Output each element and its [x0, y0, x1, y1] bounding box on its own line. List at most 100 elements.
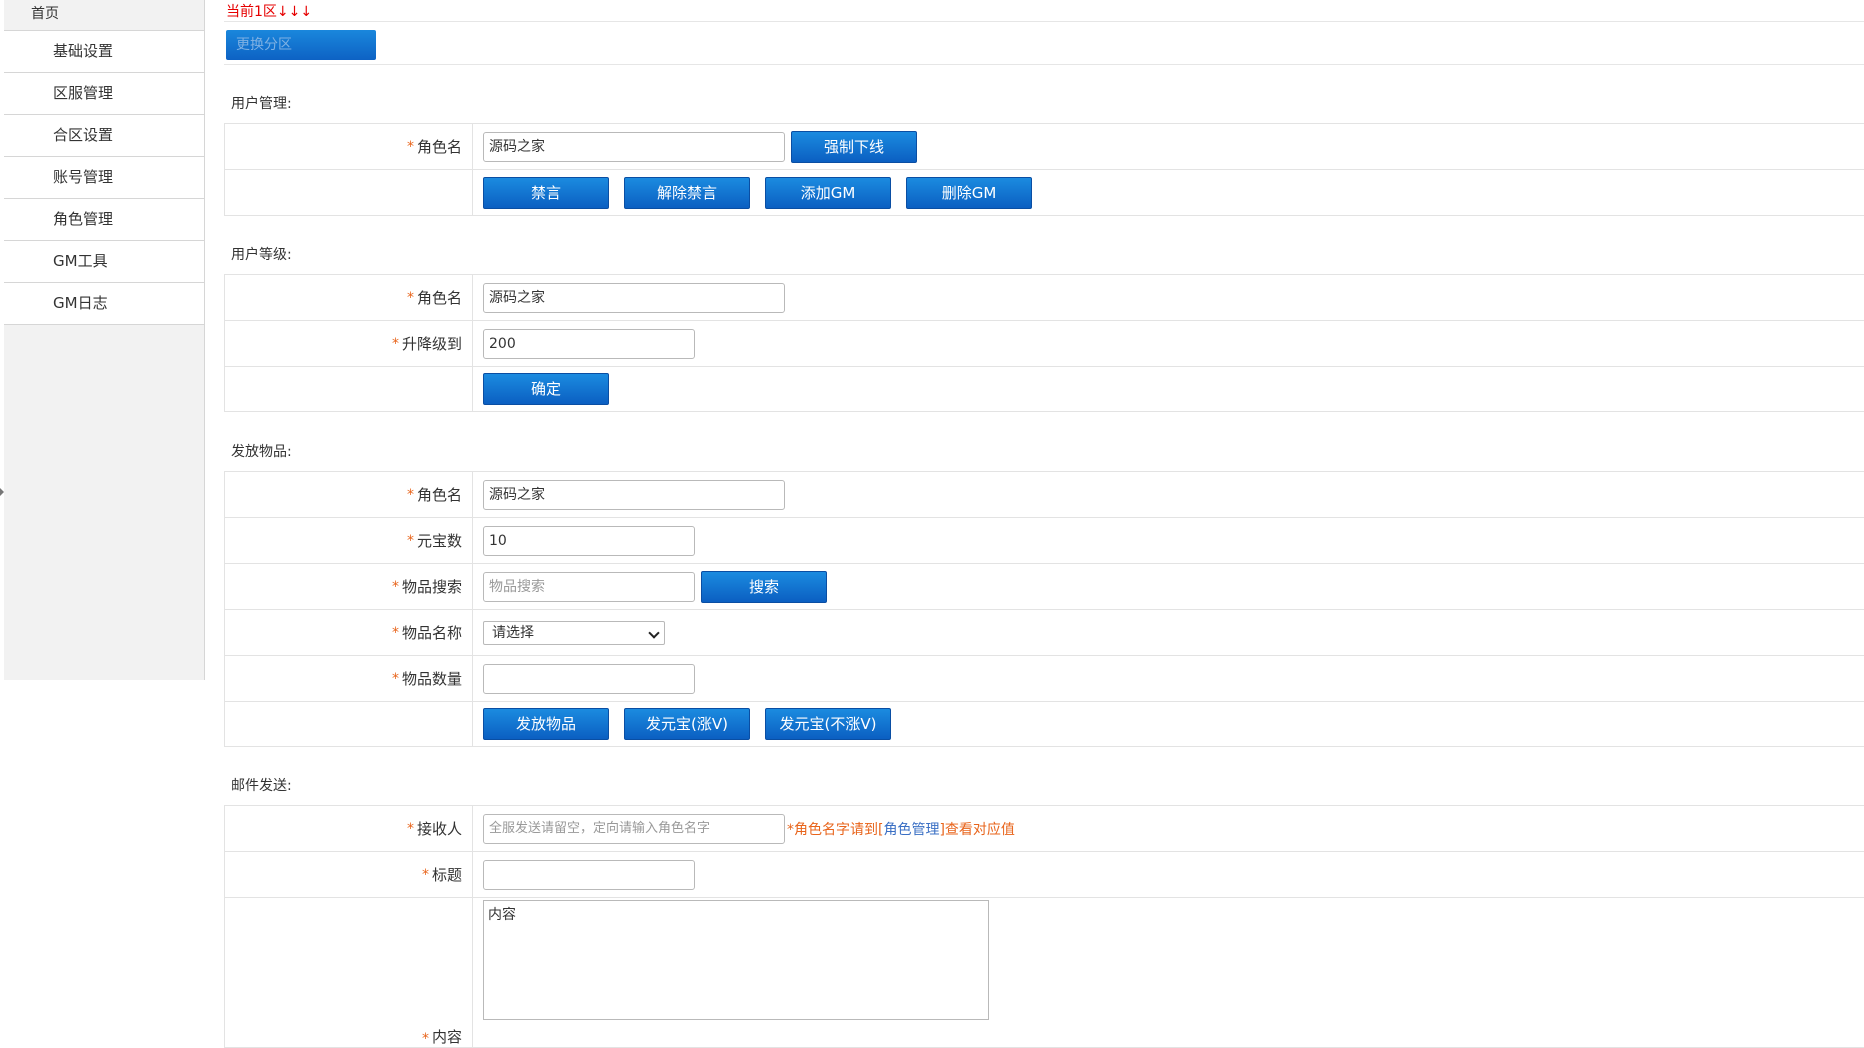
label-text: 标题 [431, 866, 462, 884]
form-row: * 角色名 源码之家 [224, 275, 1864, 321]
form-cell: 请选择 [473, 610, 1864, 655]
required-mark: * [406, 532, 414, 549]
label-text: 元宝数 [416, 532, 462, 550]
role-name-label: * 角色名 [225, 124, 473, 169]
item-qty-label: * 物品数量 [225, 656, 473, 701]
item-qty-input[interactable] [483, 663, 695, 694]
current-zone-label: 当前1区↓↓↓ [226, 4, 313, 20]
user-level-form: * 角色名 源码之家 * 升降级到 200 确定 [224, 274, 1864, 412]
content-textarea[interactable]: 内容 [483, 900, 989, 1020]
sidebar-item-server-management[interactable]: 区服管理 [4, 73, 204, 115]
form-cell: 200 [473, 321, 1864, 366]
form-cell: 全服发送请留空，定向请输入角色名字 *角色名字请到[角色管理]查看对应值 [473, 806, 1864, 851]
form-row: * 物品名称 请选择 [224, 610, 1864, 656]
role-name-label: * 角色名 [225, 275, 473, 320]
sidebar-item-home[interactable]: 首页 [4, 0, 204, 31]
add-gm-button[interactable]: 添加GM [765, 176, 891, 209]
role-name-input[interactable]: 源码之家 [483, 282, 785, 313]
required-mark: * [406, 820, 414, 837]
subject-input[interactable] [483, 859, 695, 890]
unmute-button[interactable]: 解除禁言 [624, 176, 750, 209]
required-mark: * [391, 335, 399, 352]
form-cell [473, 656, 1864, 701]
yuanbao-input[interactable]: 10 [483, 525, 695, 556]
form-row: * 物品搜索 物品搜索 搜索 [224, 564, 1864, 610]
sidebar-item-role-management[interactable]: 角色管理 [4, 199, 204, 241]
required-mark: * [421, 1031, 429, 1047]
label-text: 物品数量 [401, 670, 462, 688]
sidebar: 首页 基础设置 区服管理 合区设置 账号管理 角色管理 GM工具 GM日志 [4, 0, 205, 680]
item-name-select[interactable]: 请选择 [483, 620, 665, 645]
form-row: * 升降级到 200 [224, 321, 1864, 367]
item-name-label: * 物品名称 [225, 610, 473, 655]
remove-gm-button[interactable]: 删除GM [906, 176, 1032, 209]
divider [224, 21, 1864, 22]
receiver-hint: *角色名字请到[角色管理]查看对应值 [787, 819, 1015, 839]
send-items-button[interactable]: 发放物品 [483, 708, 609, 740]
sidebar-item-gm-tools[interactable]: GM工具 [4, 241, 204, 283]
divider [224, 64, 1864, 65]
empty-label [225, 702, 473, 746]
label-text: 角色名 [416, 138, 462, 156]
form-row: * 元宝数 10 [224, 518, 1864, 564]
form-cell [473, 852, 1864, 897]
subject-label: * 标题 [225, 852, 473, 897]
items-form: * 角色名 源码之家 * 元宝数 10 * 物品搜索 物品搜索 搜索 * 物品名… [224, 471, 1864, 747]
required-mark: * [391, 578, 399, 595]
search-button[interactable]: 搜索 [701, 570, 827, 603]
sidebar-item-basic-settings[interactable]: 基础设置 [4, 31, 204, 73]
form-cell: 源码之家 强制下线 [473, 124, 1864, 169]
form-row: * 接收人 全服发送请留空，定向请输入角色名字 *角色名字请到[角色管理]查看对… [224, 806, 1864, 852]
role-management-link[interactable]: 角色管理 [883, 822, 939, 838]
hint-text: *角色名字请到[ [787, 821, 884, 838]
form-cell: 禁言 解除禁言 添加GM 删除GM [473, 170, 1864, 215]
form-cell: 源码之家 [473, 275, 1864, 320]
yuanbao-label: * 元宝数 [225, 518, 473, 563]
section-title-items: 发放物品: [231, 444, 292, 460]
send-yuanbao-vip-button[interactable]: 发元宝(涨V) [624, 708, 750, 740]
confirm-button[interactable]: 确定 [483, 373, 609, 405]
form-cell: 确定 [473, 367, 1864, 411]
label-text: 物品搜索 [401, 578, 462, 596]
mail-form: * 接收人 全服发送请留空，定向请输入角色名字 *角色名字请到[角色管理]查看对… [224, 805, 1864, 1048]
select-value: 请选择 [492, 624, 534, 641]
form-row: 确定 [224, 367, 1864, 412]
form-cell: 内容 [473, 898, 1864, 1047]
receiver-input[interactable]: 全服发送请留空，定向请输入角色名字 [483, 813, 785, 844]
label-text: 物品名称 [401, 624, 462, 642]
required-mark: * [406, 138, 414, 155]
form-row: * 物品数量 [224, 656, 1864, 702]
sidebar-item-merge-settings[interactable]: 合区设置 [4, 115, 204, 157]
form-cell: 发放物品 发元宝(涨V) 发元宝(不涨V) [473, 702, 1864, 746]
section-title-mail: 邮件发送: [231, 778, 292, 794]
chevron-down-icon [648, 626, 660, 639]
section-title-user-management: 用户管理: [231, 96, 292, 112]
section-title-user-level: 用户等级: [231, 247, 292, 263]
item-search-label: * 物品搜索 [225, 564, 473, 609]
required-mark: * [391, 670, 399, 687]
role-name-label: * 角色名 [225, 472, 473, 517]
content-label: * 内容 [225, 898, 473, 1047]
mute-button[interactable]: 禁言 [483, 176, 609, 209]
role-name-input[interactable]: 源码之家 [483, 479, 785, 510]
form-row: * 标题 [224, 852, 1864, 898]
item-search-input[interactable]: 物品搜索 [483, 571, 695, 602]
send-yuanbao-novip-button[interactable]: 发元宝(不涨V) [765, 708, 891, 740]
sidebar-item-account-management[interactable]: 账号管理 [4, 157, 204, 199]
required-mark: * [421, 866, 429, 883]
force-offline-button[interactable]: 强制下线 [791, 130, 917, 163]
level-input[interactable]: 200 [483, 328, 695, 359]
form-cell: 源码之家 [473, 472, 1864, 517]
empty-label [225, 170, 473, 215]
label-text: 角色名 [416, 289, 462, 307]
hint-text: ]查看对应值 [939, 821, 1015, 838]
switch-zone-button[interactable]: 更换分区 [226, 30, 376, 60]
label-text: 接收人 [416, 820, 462, 838]
sidebar-collapse-arrow-icon[interactable] [0, 488, 4, 496]
sidebar-item-gm-log[interactable]: GM日志 [4, 283, 204, 325]
receiver-label: * 接收人 [225, 806, 473, 851]
form-row: 禁言 解除禁言 添加GM 删除GM [224, 170, 1864, 216]
required-mark: * [406, 486, 414, 503]
role-name-input[interactable]: 源码之家 [483, 131, 785, 162]
empty-label [225, 367, 473, 411]
